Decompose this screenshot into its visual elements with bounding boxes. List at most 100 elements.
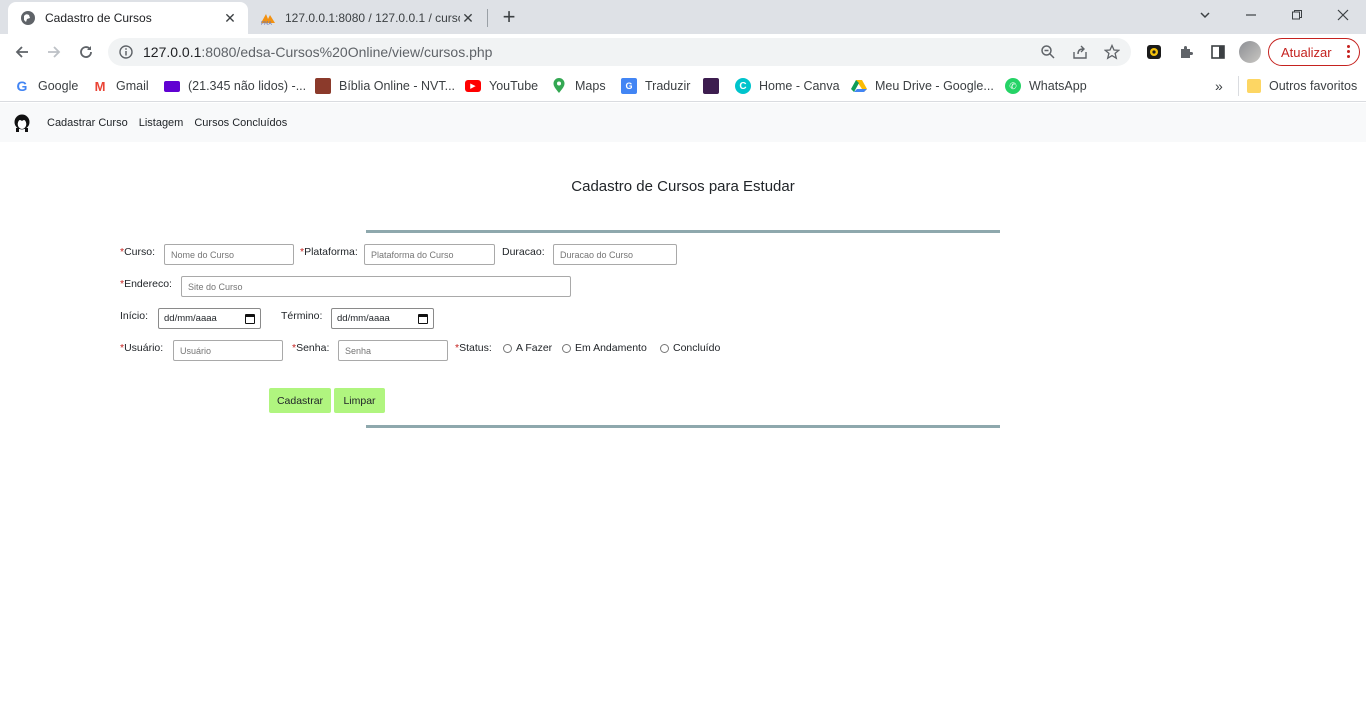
side-panel-icon[interactable] bbox=[1209, 43, 1227, 61]
drive-icon bbox=[851, 78, 867, 94]
bookmark-label: WhatsApp bbox=[1029, 79, 1087, 93]
profile-avatar[interactable] bbox=[1239, 41, 1261, 63]
inicio-date-input[interactable]: dd/mm/aaaa bbox=[158, 308, 261, 329]
extension-icon[interactable] bbox=[1145, 43, 1163, 61]
new-tab-button[interactable]: + bbox=[498, 6, 520, 28]
termino-date-input[interactable]: dd/mm/aaaa bbox=[331, 308, 434, 329]
menu-dots-icon bbox=[1347, 45, 1350, 58]
address-bar[interactable]: 127.0.0.1:8080/edsa-Cursos%20Online/view… bbox=[108, 38, 1131, 66]
nav-link-cadastrar-curso[interactable]: Cadastrar Curso bbox=[47, 117, 128, 129]
logo-icon[interactable] bbox=[12, 113, 32, 133]
bookmark-google[interactable]: G Google bbox=[14, 76, 79, 96]
bookmark-label: (21.345 não lidos) -... bbox=[188, 79, 307, 93]
update-label: Atualizar bbox=[1281, 44, 1332, 60]
bookmark-biblia[interactable]: Bíblia Online - NVT... bbox=[315, 76, 455, 96]
bookmark-mail[interactable]: (21.345 não lidos) -... bbox=[164, 76, 306, 96]
restore-icon[interactable] bbox=[1274, 0, 1320, 30]
plataforma-input[interactable]: Plataforma do Curso bbox=[364, 244, 495, 265]
limpar-button[interactable]: Limpar bbox=[334, 388, 385, 413]
cadastrar-button[interactable]: Cadastrar bbox=[269, 388, 331, 413]
endereco-label: *Endereco: bbox=[120, 278, 172, 290]
translate-icon: G bbox=[621, 78, 637, 94]
reload-icon[interactable] bbox=[74, 40, 98, 64]
puzzle-extensions-icon[interactable] bbox=[1177, 43, 1195, 61]
radio-circle[interactable] bbox=[503, 343, 512, 353]
minimize-icon[interactable] bbox=[1228, 0, 1274, 30]
tab-strip: Cadastro de Cursos ✕ PMA 127.0.0.1:8080 … bbox=[0, 0, 1366, 34]
duracao-input[interactable]: Duracao do Curso bbox=[553, 244, 677, 265]
usuario-input[interactable]: Usuário bbox=[173, 340, 283, 361]
nav-link-listagem[interactable]: Listagem bbox=[139, 117, 184, 129]
bookmark-youtube[interactable]: ▶ YouTube bbox=[465, 76, 538, 96]
curso-input[interactable]: Nome do Curso bbox=[164, 244, 294, 265]
site-info-icon[interactable] bbox=[118, 44, 134, 60]
bookmark-label: YouTube bbox=[489, 79, 539, 93]
radio-circle[interactable] bbox=[660, 343, 669, 353]
bookmark-star-icon[interactable] bbox=[1103, 43, 1121, 61]
inicio-label: Início: bbox=[120, 310, 149, 322]
bookmark-label: Maps bbox=[575, 79, 606, 93]
bookmark-traduzir[interactable]: G Traduzir bbox=[621, 76, 690, 96]
tab-phpmyadmin[interactable]: PMA 127.0.0.1:8080 / 127.0.0.1 / cursos … bbox=[250, 2, 486, 34]
tab-search-icon[interactable] bbox=[1182, 0, 1228, 30]
bookmark-whatsapp[interactable]: ✆ WhatsApp bbox=[1005, 76, 1087, 96]
bookmark-drive[interactable]: Meu Drive - Google... bbox=[851, 76, 994, 96]
update-button[interactable]: Atualizar bbox=[1268, 38, 1360, 66]
status-radio-a-fazer[interactable]: A Fazer bbox=[503, 342, 552, 354]
back-arrow-icon[interactable] bbox=[10, 40, 34, 64]
url-host: 127.0.0.1 bbox=[143, 44, 202, 60]
canva-icon: C bbox=[735, 78, 751, 94]
senha-input[interactable]: Senha bbox=[338, 340, 448, 361]
tab-cadastro-de-cursos[interactable]: Cadastro de Cursos ✕ bbox=[8, 2, 248, 34]
status-radio-concluido[interactable]: Concluído bbox=[660, 342, 720, 354]
forward-arrow-icon[interactable] bbox=[42, 40, 66, 64]
bookmark-label: Meu Drive - Google... bbox=[875, 79, 994, 93]
youtube-icon: ▶ bbox=[465, 80, 481, 92]
status-radio-em-andamento[interactable]: Em Andamento bbox=[562, 342, 647, 354]
google-icon: G bbox=[16, 78, 28, 94]
inicio-date-value: dd/mm/aaaa bbox=[164, 313, 217, 324]
duracao-label: Duracao: bbox=[502, 246, 545, 258]
bookmark-label: Bíblia Online - NVT... bbox=[339, 79, 456, 93]
calendar-icon[interactable] bbox=[245, 314, 255, 324]
close-tab-icon[interactable]: ✕ bbox=[460, 10, 476, 26]
page-content: Cadastrar Curso Listagem Cursos Concluíd… bbox=[0, 103, 1366, 720]
close-window-icon[interactable] bbox=[1320, 0, 1366, 30]
termino-date-value: dd/mm/aaaa bbox=[337, 313, 390, 324]
close-tab-icon[interactable]: ✕ bbox=[222, 10, 238, 26]
page-title: Cadastro de Cursos para Estudar bbox=[571, 178, 795, 195]
tab-title: 127.0.0.1:8080 / 127.0.0.1 / cursos bbox=[285, 11, 460, 25]
bookmark-gmail[interactable]: M Gmail bbox=[92, 76, 149, 96]
globe-icon bbox=[21, 11, 35, 25]
bookmarks-overflow-button[interactable]: » bbox=[1215, 76, 1223, 96]
termino-label: Término: bbox=[281, 310, 323, 322]
maps-icon bbox=[551, 78, 567, 94]
gmail-icon: M bbox=[94, 78, 106, 94]
bookmarks-bar: G Google M Gmail (21.345 não lidos) -...… bbox=[0, 70, 1366, 102]
url-path: :8080/edsa-Cursos%20Online/view/cursos.p… bbox=[201, 44, 493, 60]
bookmark-untitled[interactable] bbox=[703, 76, 727, 96]
bookmark-label: Outros favoritos bbox=[1269, 79, 1358, 93]
bookmark-canva[interactable]: C Home - Canva bbox=[735, 76, 840, 96]
bookmark-maps[interactable]: Maps bbox=[551, 76, 606, 96]
other-bookmarks-folder[interactable]: Outros favoritos bbox=[1238, 76, 1357, 96]
endereco-input[interactable]: Site do Curso bbox=[181, 276, 571, 297]
senha-label: *Senha: bbox=[292, 342, 330, 354]
bookmark-label: Google bbox=[38, 79, 79, 93]
svg-text:PMA: PMA bbox=[261, 21, 272, 26]
nav-link-cursos-concluidos[interactable]: Cursos Concluídos bbox=[194, 117, 287, 129]
bookmark-label: Gmail bbox=[116, 79, 149, 93]
phpmyadmin-icon: PMA bbox=[261, 14, 275, 26]
share-icon[interactable] bbox=[1071, 43, 1089, 61]
plataforma-label: *Plataforma: bbox=[300, 246, 358, 258]
usuario-label: *Usuário: bbox=[120, 342, 164, 354]
site-navbar: Cadastrar Curso Listagem Cursos Concluíd… bbox=[0, 103, 1366, 142]
curso-label: *Curso: bbox=[120, 246, 156, 258]
calendar-icon[interactable] bbox=[418, 314, 428, 324]
divider-top bbox=[366, 230, 1000, 233]
radio-circle[interactable] bbox=[562, 343, 571, 353]
bible-icon bbox=[315, 78, 331, 94]
whatsapp-icon: ✆ bbox=[1005, 78, 1021, 94]
bookmark-icon bbox=[703, 78, 719, 94]
zoom-icon[interactable] bbox=[1039, 43, 1057, 61]
